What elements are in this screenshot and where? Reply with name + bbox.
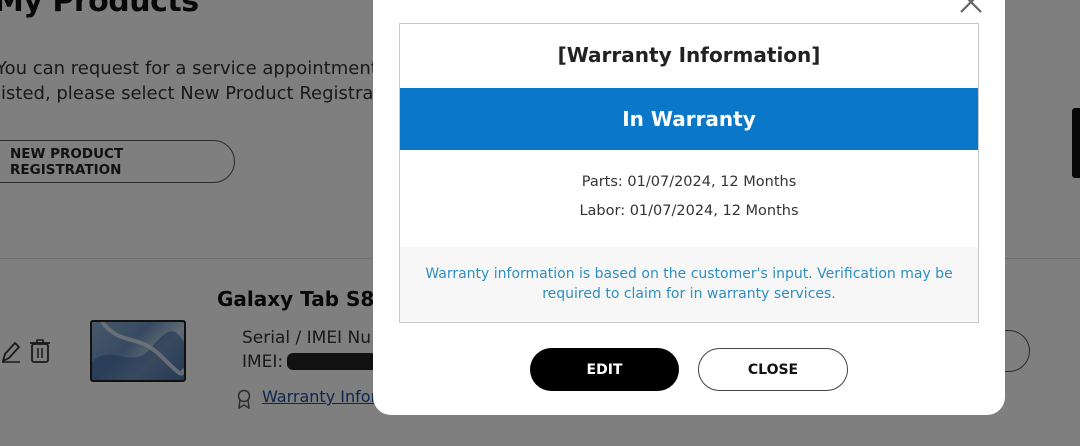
labor-warranty: Labor: 01/07/2024, 12 Months bbox=[579, 203, 799, 219]
modal-title: [Warranty Information] bbox=[557, 43, 821, 67]
close-icon[interactable] bbox=[957, 0, 985, 16]
warranty-info-box: [Warranty Information] In Warranty Parts… bbox=[399, 23, 979, 323]
warranty-modal: [Warranty Information] In Warranty Parts… bbox=[373, 0, 1005, 415]
edit-button[interactable]: EDIT bbox=[530, 348, 679, 391]
warranty-note: Warranty information is based on the cus… bbox=[400, 247, 978, 322]
warranty-status-banner: In Warranty bbox=[400, 88, 978, 150]
parts-warranty: Parts: 01/07/2024, 12 Months bbox=[581, 174, 797, 190]
close-button[interactable]: CLOSE bbox=[698, 348, 848, 391]
